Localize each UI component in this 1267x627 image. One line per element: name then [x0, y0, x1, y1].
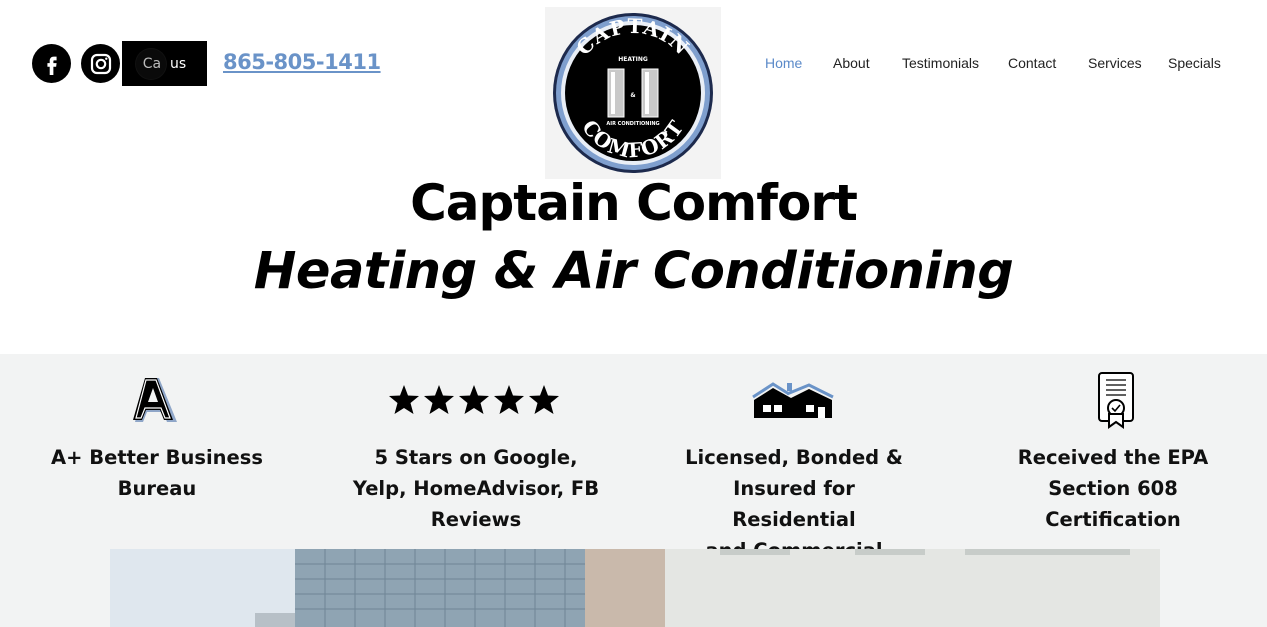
- certificate-icon: [1098, 372, 1134, 429]
- hero-photo: [110, 549, 1160, 627]
- page-subtitle: Heating & Air Conditioning: [253, 242, 1014, 301]
- building-photo: [110, 549, 1160, 627]
- page-title: Captain Comfort: [410, 174, 858, 232]
- svg-text:HEATING: HEATING: [618, 56, 648, 63]
- instagram-link[interactable]: [81, 44, 120, 83]
- call-button-label: Ca: [142, 55, 162, 72]
- nav-home[interactable]: Home: [765, 55, 802, 71]
- nav-specials[interactable]: Specials: [1168, 55, 1221, 71]
- a-plus-rating-icon: [133, 378, 177, 422]
- phone-link[interactable]: 865-805-1411: [223, 50, 381, 74]
- logo-emblem: CAPTAIN COMFORT HEATING & AIR CONDITIONI…: [553, 13, 713, 173]
- feature-reviews: 5 Stars on Google, Yelp, HomeAdvisor, FB…: [352, 446, 600, 531]
- nav-about[interactable]: About: [833, 55, 870, 71]
- nav-services[interactable]: Services: [1088, 55, 1142, 71]
- facebook-icon: [46, 56, 57, 75]
- five-stars-icon: [389, 385, 559, 414]
- svg-text:AIR CONDITIONING: AIR CONDITIONING: [606, 121, 659, 127]
- houses-icon: [752, 382, 834, 418]
- instagram-icon: [90, 53, 111, 74]
- nav-contact[interactable]: Contact: [1008, 55, 1056, 71]
- site-header: Ca us 865-805-1411 CAPTAIN COMFORT HEATI…: [0, 0, 1267, 354]
- call-button-label-end: us: [170, 55, 187, 72]
- feature-epa: Received the EPA Section 608 Certificati…: [1017, 446, 1209, 531]
- svg-text:&: &: [630, 92, 635, 99]
- feature-bbb: A+ Better Business Bureau: [51, 446, 263, 500]
- feature-licensed: Licensed, Bonded & Insured for Residenti…: [685, 446, 903, 562]
- company-logo[interactable]: CAPTAIN COMFORT HEATING & AIR CONDITIONI…: [545, 7, 721, 179]
- facebook-link[interactable]: [32, 44, 71, 83]
- nav-testimonials[interactable]: Testimonials: [902, 55, 979, 71]
- call-us-button[interactable]: Ca us: [122, 41, 207, 86]
